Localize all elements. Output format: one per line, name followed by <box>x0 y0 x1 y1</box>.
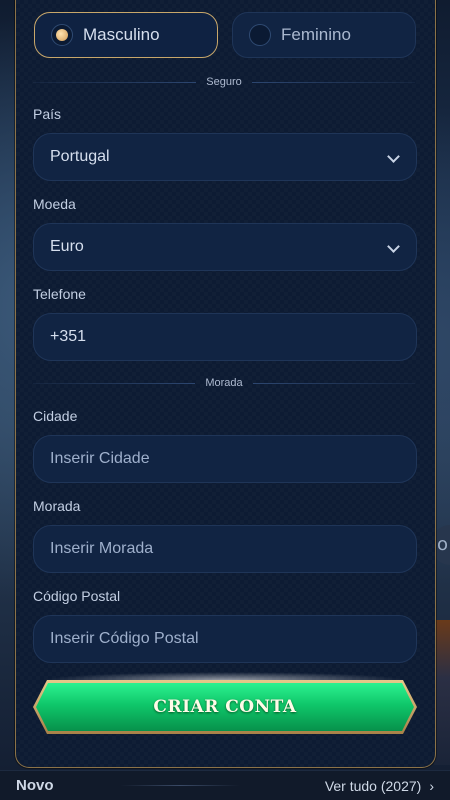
phone-value: +351 <box>50 328 87 345</box>
bottom-section-bar: Novo Ver tudo (2027) › <box>0 770 450 800</box>
gender-option-label: Feminino <box>281 25 351 44</box>
chevron-down-icon <box>387 240 400 253</box>
radio-unchecked-icon <box>249 24 271 46</box>
postal-placeholder: Inserir Código Postal <box>50 630 199 647</box>
button-face: CRIAR CONTA <box>36 683 414 731</box>
address-label: Morada <box>33 498 81 514</box>
divider-line <box>33 382 196 384</box>
country-label: País <box>33 106 62 122</box>
phone-label: Telefone <box>33 286 86 302</box>
city-placeholder: Inserir Cidade <box>50 450 150 467</box>
address-placeholder: Inserir Morada <box>50 540 154 557</box>
create-account-label: CRIAR CONTA <box>153 697 297 717</box>
divider-line <box>252 382 416 384</box>
section-new-title: Novo <box>16 777 54 794</box>
city-input[interactable]: Inserir Cidade <box>33 435 417 483</box>
gender-option-male[interactable]: Masculino <box>34 12 218 58</box>
divider-line <box>33 81 197 83</box>
currency-value: Euro <box>50 238 84 255</box>
phone-input[interactable]: +351 <box>33 313 417 361</box>
create-account-button[interactable]: CRIAR CONTA <box>33 672 417 734</box>
country-value: Portugal <box>50 148 110 165</box>
currency-select[interactable]: Euro <box>33 223 417 271</box>
divider-line <box>251 81 416 83</box>
postal-input[interactable]: Inserir Código Postal <box>33 615 417 663</box>
section-title: Seguro <box>206 76 242 88</box>
city-label: Cidade <box>33 408 78 424</box>
gender-selector: Masculino Feminino <box>34 12 416 58</box>
button-glow <box>43 672 407 680</box>
background-game-thumbnail <box>434 620 450 765</box>
chevron-right-icon: › <box>429 777 434 794</box>
see-all-label: Ver tudo (2027) <box>324 777 422 794</box>
section-divider-address: Morada <box>33 376 416 390</box>
partial-glyph: o <box>436 534 448 555</box>
gender-option-label: Masculino <box>83 25 160 44</box>
currency-label: Moeda <box>33 196 76 212</box>
gender-option-female[interactable]: Feminino <box>232 12 416 58</box>
section-divider-secure: Seguro <box>33 75 416 89</box>
postal-label: Código Postal <box>33 588 121 604</box>
chevron-down-icon <box>387 150 400 163</box>
address-input[interactable]: Inserir Morada <box>33 525 417 573</box>
section-title: Morada <box>205 377 243 389</box>
country-select[interactable]: Portugal <box>33 133 417 181</box>
ornament-divider <box>120 785 240 786</box>
radio-checked-icon <box>51 24 73 46</box>
see-all-link[interactable]: Ver tudo (2027) › <box>325 778 434 794</box>
